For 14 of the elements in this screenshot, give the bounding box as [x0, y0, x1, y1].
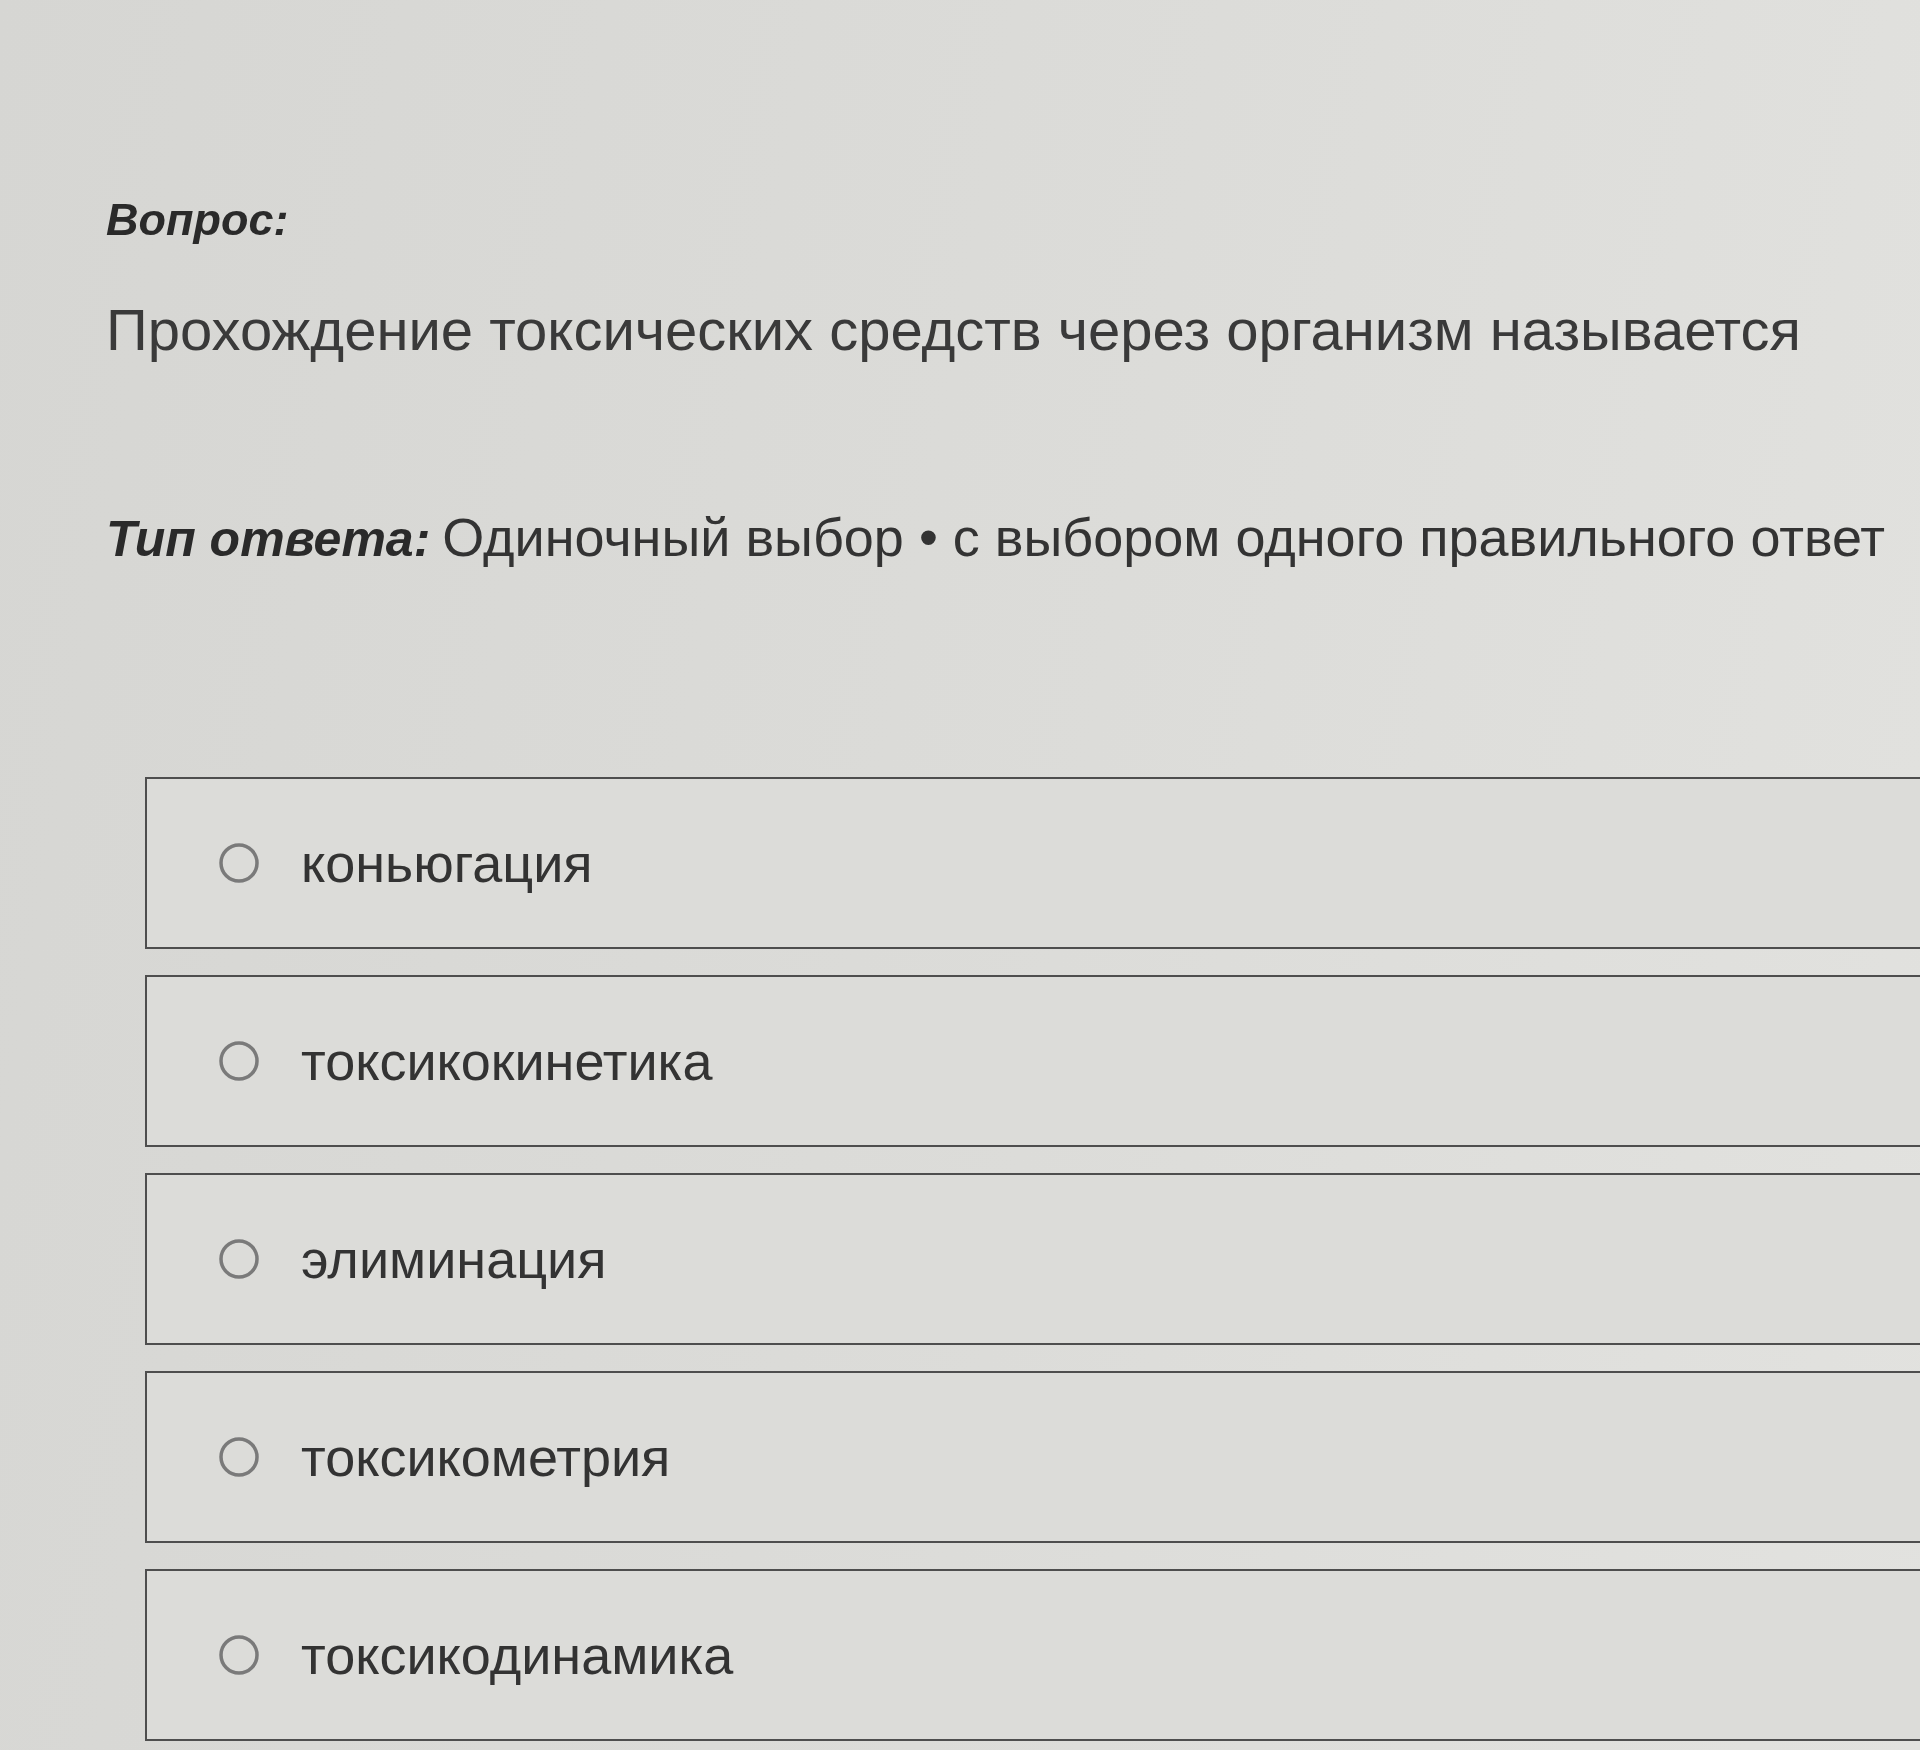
answer-option[interactable]: токсикокинетика [145, 975, 1920, 1147]
radio-icon[interactable] [219, 843, 259, 883]
answer-type-label: Тип ответа: [106, 510, 431, 569]
radio-icon[interactable] [219, 1239, 259, 1279]
answer-option[interactable]: коньюгация [145, 777, 1920, 949]
radio-icon[interactable] [219, 1041, 259, 1081]
question-heading: Вопрос: [106, 193, 289, 247]
radio-icon[interactable] [219, 1635, 259, 1675]
answer-option[interactable]: токсикометрия [145, 1371, 1920, 1543]
question-text: Прохождение токсических средств через организм называется [106, 297, 1801, 363]
answer-type-value: Одиночный выбор • с выбором одного правильного ответ [442, 506, 1886, 569]
answer-option[interactable]: токсикодинамика [145, 1569, 1920, 1741]
answer-option[interactable]: элиминация [145, 1173, 1920, 1345]
radio-icon[interactable] [219, 1437, 259, 1477]
